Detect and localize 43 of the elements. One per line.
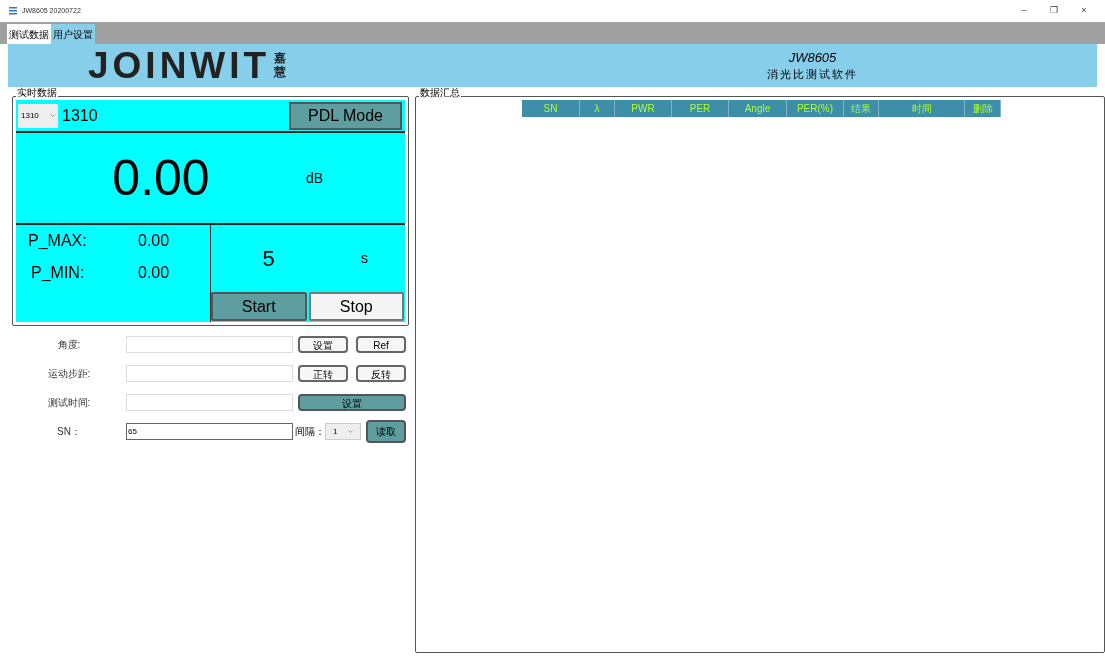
dropdown-caret-icon	[348, 430, 353, 433]
pmax-value: 0.00	[138, 231, 171, 251]
field-label: 角度:	[56, 338, 82, 352]
input-field[interactable]	[126, 394, 293, 411]
restore-button[interactable]: ❐	[1041, 4, 1067, 18]
pmin-value: 0.00	[138, 263, 171, 283]
action-button[interactable]: 设置	[298, 394, 406, 411]
input-field[interactable]	[126, 336, 293, 353]
action-button[interactable]: 设置	[298, 336, 348, 353]
interval-dropdown[interactable]: 1	[325, 423, 361, 440]
dropdown-caret-icon	[50, 114, 55, 117]
subtitle: 消光比测试软件	[767, 67, 858, 83]
unit-label: dB	[306, 168, 324, 188]
action-button[interactable]: 反转	[356, 365, 406, 382]
action-button[interactable]: Ref	[356, 336, 406, 353]
field-label: 测试时间:	[46, 396, 92, 410]
interval-label: 间隔：	[295, 425, 325, 439]
field-label: SN：	[56, 425, 82, 439]
logo-text: JOINWIT	[88, 47, 271, 84]
input-field[interactable]	[126, 365, 293, 382]
group-legend: 实时数据	[16, 88, 58, 98]
logo-chinese: 嘉慧	[274, 52, 287, 79]
stop-button[interactable]: Stop	[308, 292, 404, 321]
group-legend: 数据汇总	[419, 88, 461, 98]
field-label: 运动步距:	[46, 367, 92, 381]
pmax-label: P_MAX:	[28, 231, 88, 251]
pmin-label: P_MIN:	[30, 263, 86, 283]
action-button[interactable]: 读取	[366, 420, 406, 443]
wavelength-dropdown[interactable]: 1310	[18, 103, 58, 128]
mode-button[interactable]: PDL Mode	[289, 101, 402, 130]
minimize-button[interactable]: –	[1011, 4, 1037, 18]
time-unit: s	[360, 249, 368, 268]
measurement-value: 0.00	[111, 148, 211, 208]
start-button[interactable]: Start	[211, 292, 307, 321]
input-field[interactable]: 65	[126, 423, 293, 440]
time-value: 5	[261, 245, 276, 273]
app-icon	[8, 6, 18, 16]
action-button[interactable]: 正转	[298, 365, 348, 382]
tab[interactable]: 测试数据	[7, 24, 51, 44]
close-button[interactable]: ×	[1071, 4, 1097, 18]
model-name: JW8605	[788, 48, 837, 67]
tab[interactable]: 用户设置	[51, 24, 95, 44]
wavelength-value: 1310	[62, 105, 98, 126]
